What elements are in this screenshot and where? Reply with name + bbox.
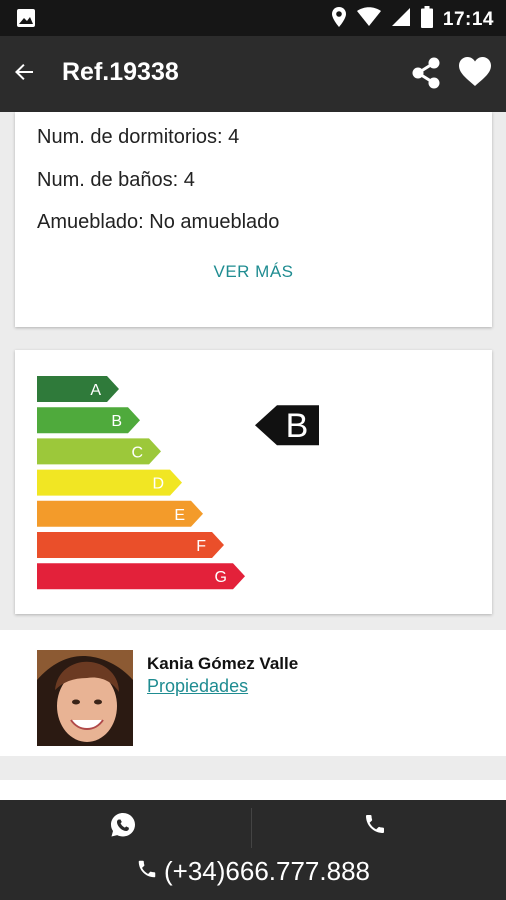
bedrooms-text: Num. de dormitorios: 4 [37,126,240,148]
energy-bar-label-g: G [215,569,227,586]
location-icon [331,6,347,33]
page-title: Ref.19338 [62,58,179,86]
app-bar: Ref.19338 [0,36,506,112]
energy-bar-label-e: E [174,507,185,524]
bathrooms-text: Num. de baños: 4 [37,169,195,191]
energy-bar-label-a: A [90,382,101,399]
next-card-edge [0,780,506,800]
property-details-card: Num. de dormitorios: 4 Num. de baños: 4 … [15,112,492,327]
image-icon [16,8,36,33]
whatsapp-icon[interactable] [110,812,136,843]
energy-bar-label-b: B [111,413,122,430]
agent-section: Kania Gómez Valle Propiedades [0,630,506,756]
agent-name: Kania Gómez Valle [147,654,299,673]
avatar [37,650,133,746]
clock: 17:14 [442,8,494,30]
wifi-icon [356,7,381,32]
energy-bar-label-c: C [131,444,143,461]
battery-icon [420,6,433,33]
back-arrow-icon[interactable] [12,60,36,89]
contact-bar: (+34)666.777.888 [0,800,506,900]
energy-bar-label-d: D [152,476,164,493]
share-icon[interactable] [410,56,442,95]
energy-rating-label: B [286,407,309,445]
phone-icon [136,858,158,885]
properties-link[interactable]: Propiedades [147,676,248,697]
heart-icon[interactable] [458,56,492,93]
button-divider [251,808,252,848]
energy-rating-card: ABCDEFGB [15,350,492,614]
furnished-text: Amueblado: No amueblado [37,211,280,233]
phone-call-row[interactable]: (+34)666.777.888 [0,856,506,887]
status-bar: 17:14 [0,0,506,36]
signal-icon [391,7,411,32]
phone-number: (+34)666.777.888 [163,856,370,886]
ver-mas-button[interactable]: VER MÁS [15,262,492,282]
energy-bar-a [37,376,119,402]
energy-bar-label-f: F [196,538,206,555]
call-icon[interactable] [363,812,387,841]
energy-bar-b [37,407,140,434]
energy-scale: ABCDEFGB [37,376,319,590]
